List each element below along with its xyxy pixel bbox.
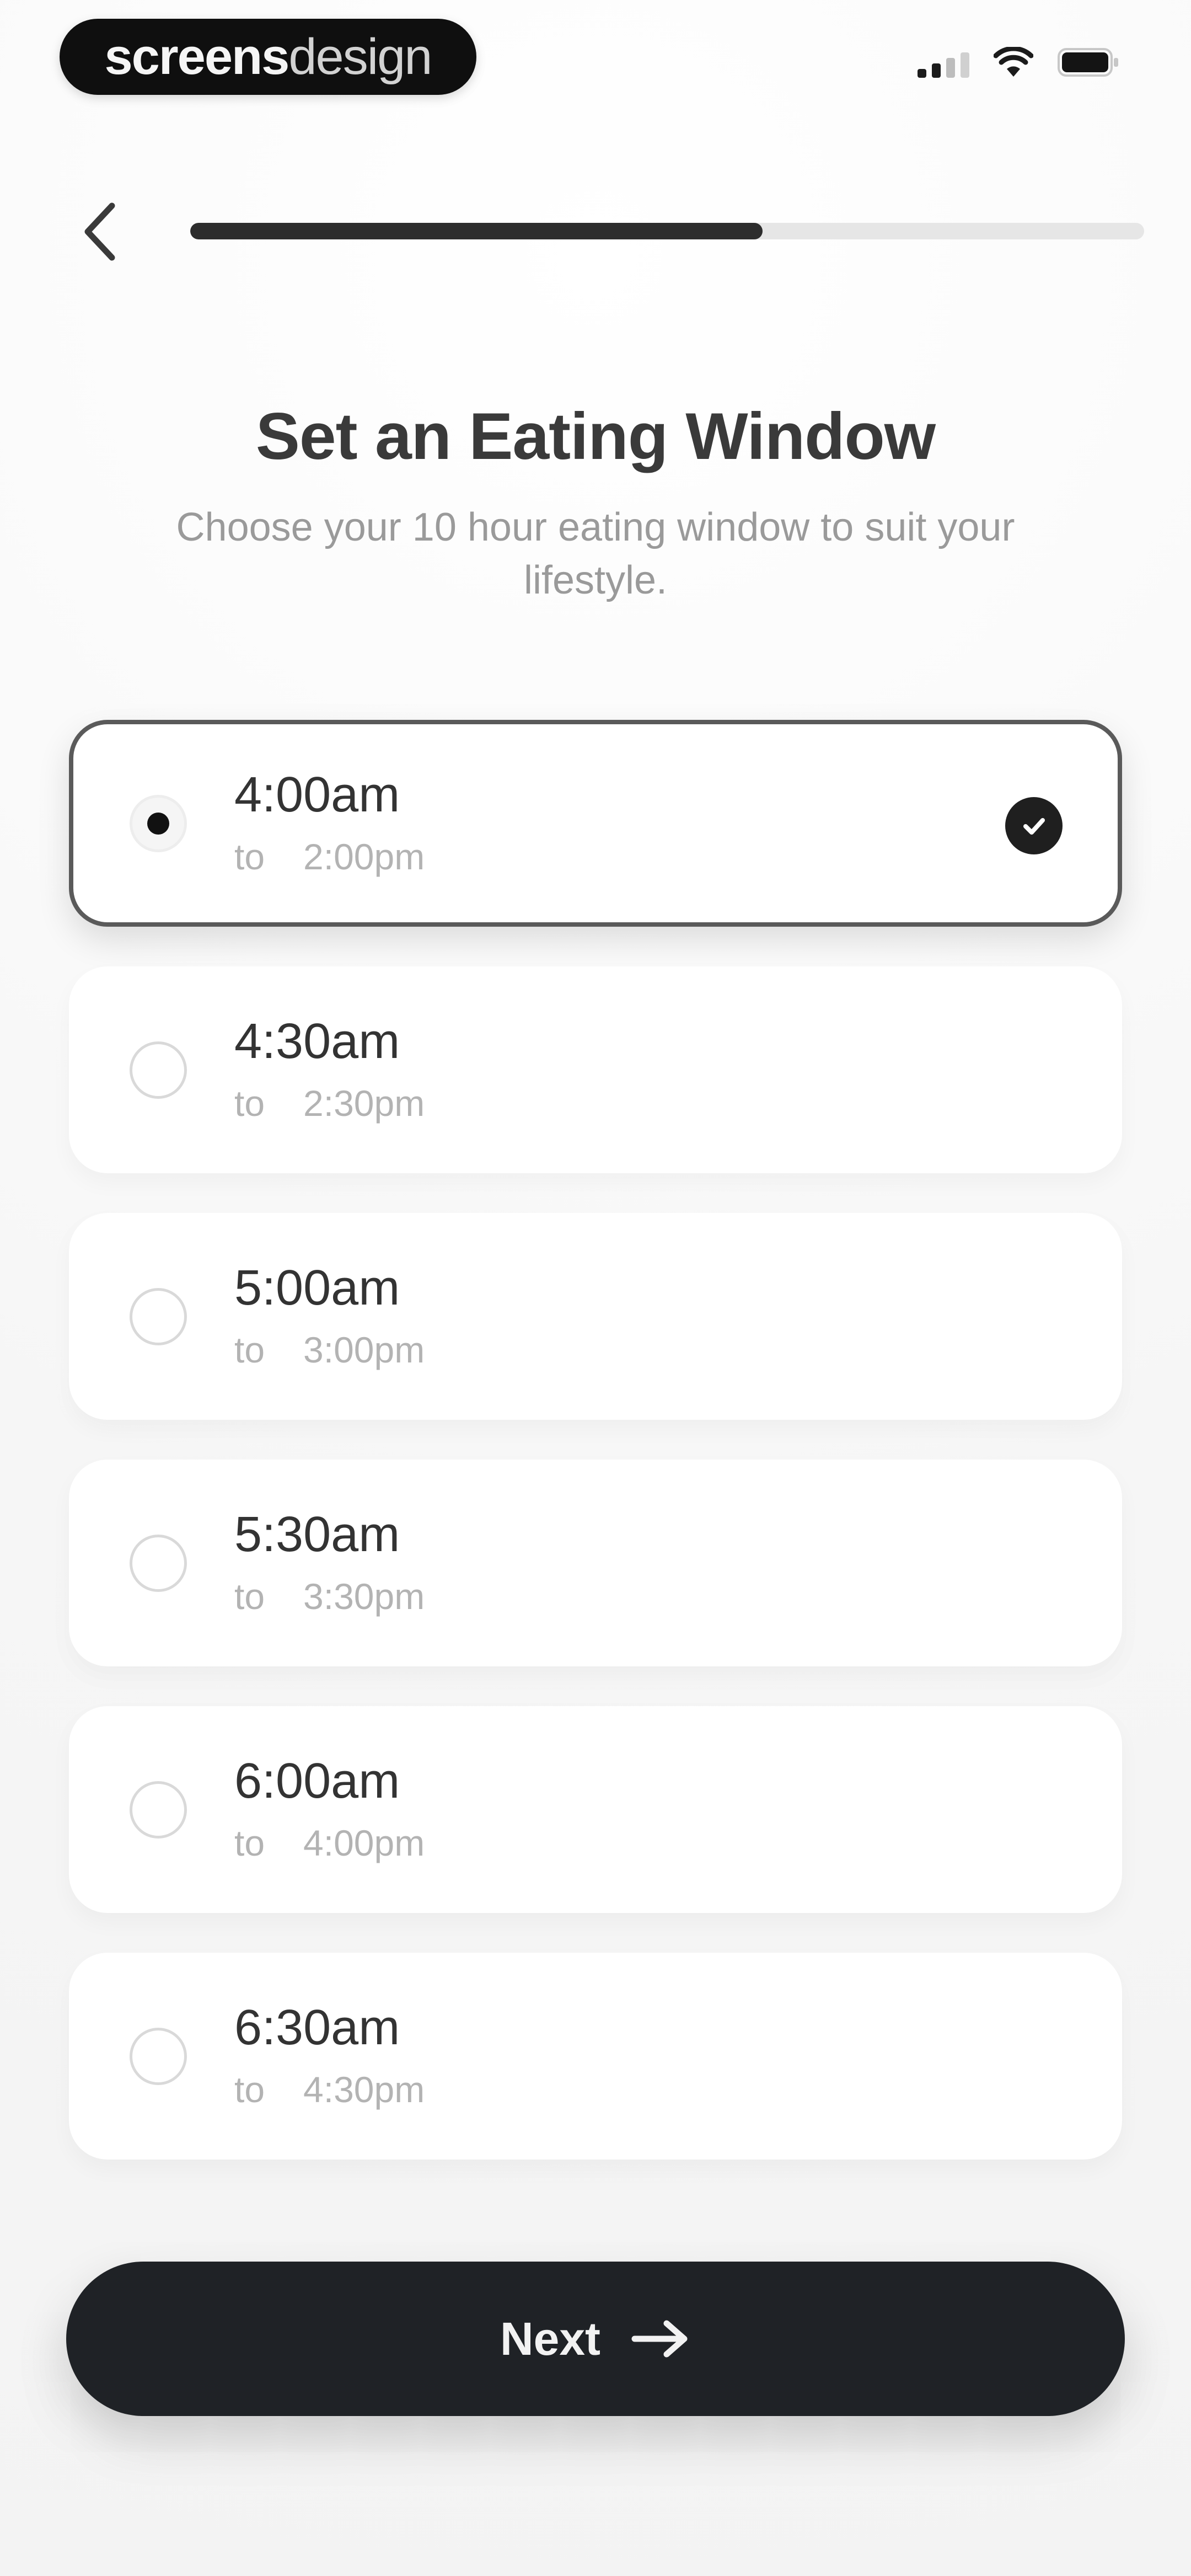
start-time: 4:30am xyxy=(234,1014,400,1069)
next-button-label: Next xyxy=(500,2312,601,2365)
check-icon xyxy=(1005,797,1063,854)
to-label: to xyxy=(234,836,265,877)
radio-button[interactable] xyxy=(130,795,187,852)
to-label: to xyxy=(234,1083,265,1124)
signal-icon xyxy=(918,52,969,78)
end-time: 4:00pm xyxy=(303,1823,425,1863)
end-time-row: to 3:30pm xyxy=(234,1575,425,1617)
end-time-row: to 3:00pm xyxy=(234,1329,425,1371)
start-time: 5:00am xyxy=(234,1260,400,1316)
to-label: to xyxy=(234,2069,265,2110)
progress-bar xyxy=(190,223,1144,239)
status-icons xyxy=(918,47,1119,78)
end-time-row: to 2:30pm xyxy=(234,1082,425,1124)
eating-window-option[interactable]: 5:00am to 3:00pm xyxy=(69,1213,1122,1420)
to-label: to xyxy=(234,1823,265,1863)
end-time: 2:00pm xyxy=(303,836,425,877)
eating-window-option[interactable]: 6:00am to 4:00pm xyxy=(69,1706,1122,1913)
eating-window-option[interactable]: 4:30am to 2:30pm xyxy=(69,966,1122,1173)
next-button[interactable]: Next xyxy=(66,2262,1125,2416)
to-label: to xyxy=(234,1576,265,1617)
to-label: to xyxy=(234,1329,265,1370)
eating-window-options: 4:00am to 2:00pm 4:30am to 2:30pm 5:00am xyxy=(69,720,1122,2199)
arrow-right-icon xyxy=(631,2320,688,2358)
eating-window-option[interactable]: 5:30am to 3:30pm xyxy=(69,1460,1122,1666)
start-time: 6:00am xyxy=(234,1754,400,1809)
end-time: 3:30pm xyxy=(303,1576,425,1617)
progress-fill xyxy=(190,223,763,239)
radio-button[interactable] xyxy=(130,1041,187,1099)
radio-button[interactable] xyxy=(130,1288,187,1345)
battery-icon xyxy=(1058,48,1118,77)
wifi-icon xyxy=(994,47,1033,77)
start-time: 5:30am xyxy=(234,1507,400,1562)
start-time: 4:00am xyxy=(234,767,400,822)
end-time: 4:30pm xyxy=(303,2069,425,2110)
end-time: 2:30pm xyxy=(303,1083,425,1124)
onboarding-screen: screensdesign Set an Eating Window Choos… xyxy=(0,0,1191,2576)
radio-button[interactable] xyxy=(130,1535,187,1592)
start-time: 6:30am xyxy=(234,2000,400,2055)
end-time: 3:00pm xyxy=(303,1329,425,1370)
status-bar: screensdesign xyxy=(0,0,1191,132)
page-subtitle: Choose your 10 hour eating window to sui… xyxy=(176,505,1015,602)
radio-button[interactable] xyxy=(130,1781,187,1839)
page-title: Set an Eating Window xyxy=(255,399,936,473)
brand-text: screensdesign xyxy=(104,28,433,85)
end-time-row: to 2:00pm xyxy=(234,836,425,878)
back-button[interactable] xyxy=(66,193,132,270)
eating-window-option[interactable]: 4:00am to 2:00pm xyxy=(69,720,1122,927)
radio-button[interactable] xyxy=(130,2028,187,2085)
brand-logo: screensdesign xyxy=(60,19,476,95)
end-time-row: to 4:30pm xyxy=(234,2069,425,2110)
eating-window-option[interactable]: 6:30am to 4:30pm xyxy=(69,1953,1122,2160)
end-time-row: to 4:00pm xyxy=(234,1822,425,1864)
chevron-left-icon xyxy=(84,202,115,261)
